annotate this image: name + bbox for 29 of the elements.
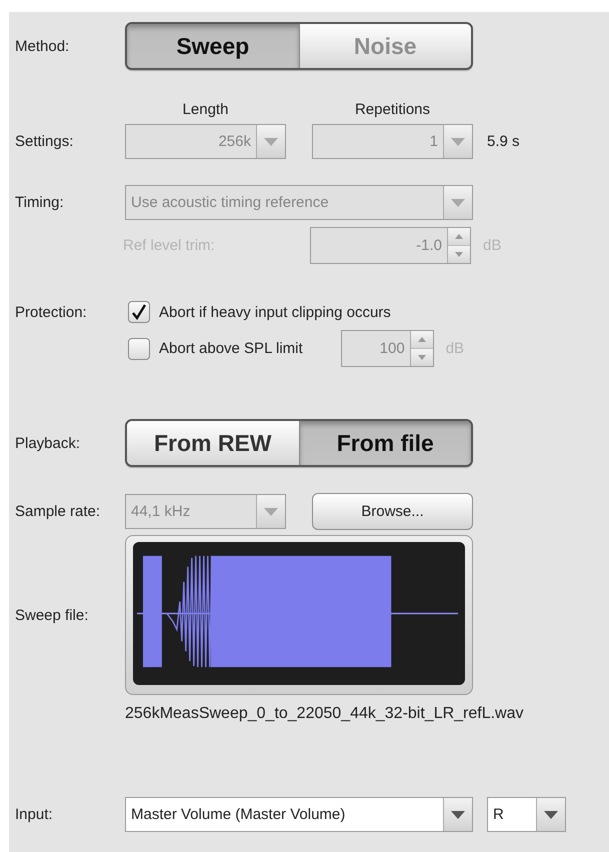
field-label: Settings: (15, 133, 74, 150)
segment-toggle[interactable]: From REW (127, 421, 298, 465)
dropdown-arrow-icon (544, 810, 558, 818)
segment-toggle[interactable]: Sweep (127, 24, 298, 68)
browse-button[interactable]: Browse... (312, 493, 473, 530)
field-label: Sweep file: (15, 606, 90, 624)
checkbox-label: Abort if heavy input clipping occurs (159, 304, 391, 320)
field-label: Playback: (15, 434, 82, 452)
duration-value: 5.9 s (487, 133, 520, 150)
column-header: Length (182, 100, 230, 118)
channel-dropdown[interactable]: R (487, 797, 566, 832)
field-label: Timing: (15, 194, 65, 211)
field-label: Sample rate: (15, 503, 102, 520)
input-device-dropdown[interactable]: Master Volume (Master Volume) (125, 797, 473, 832)
field-label: Method: (15, 38, 70, 54)
dropdown-arrow-icon (264, 508, 278, 516)
file-name: 256kMeasSweep_0_to_22050_44k_32-bit_LR_refL.wav (125, 705, 524, 723)
dropdown-arrow-icon (451, 138, 465, 146)
checkbox-label: Abort above SPL limit (159, 340, 303, 357)
checkmark-icon (131, 304, 147, 320)
column-header: Repetitions (354, 100, 432, 118)
dropdown-arrow-icon (451, 810, 465, 818)
segment-toggle[interactable]: From file (298, 421, 471, 465)
dropdown-arrow-icon (451, 198, 465, 206)
dropdown-arrow-icon (264, 138, 278, 146)
field-label: Input: (15, 806, 54, 823)
checkbox[interactable] (128, 301, 150, 323)
field-label: Protection: (15, 304, 88, 320)
checkbox[interactable] (128, 338, 150, 360)
